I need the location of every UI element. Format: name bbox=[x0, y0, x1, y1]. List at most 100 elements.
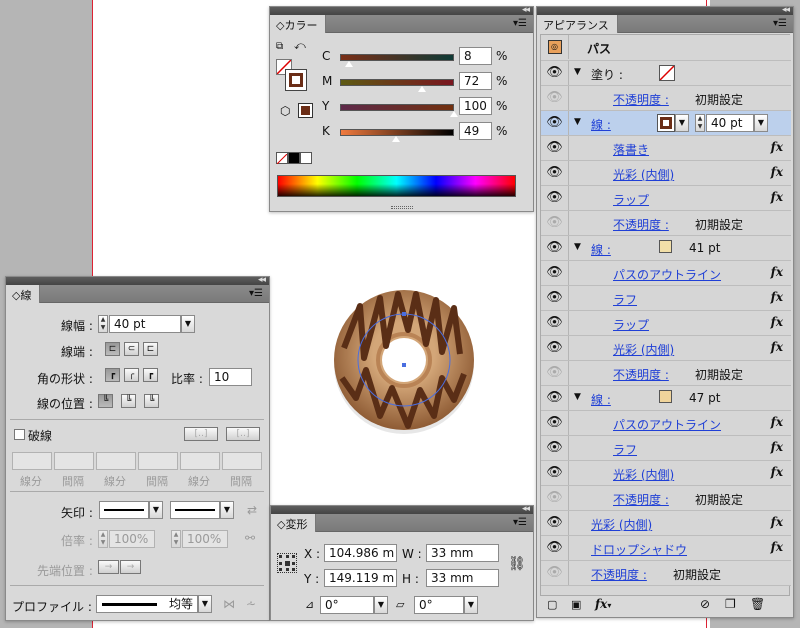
visibility-eye-icon[interactable]: 👁 bbox=[541, 311, 569, 335]
visibility-eye-icon[interactable]: 👁 bbox=[541, 261, 569, 285]
stroke-color-swatch[interactable] bbox=[657, 114, 675, 132]
visibility-eye-icon[interactable]: 👁 bbox=[541, 286, 569, 310]
tab-transform[interactable]: ◇変形 bbox=[271, 514, 317, 532]
effect-link[interactable]: パスのアウトライン bbox=[613, 416, 721, 433]
opacity-link[interactable]: 不透明度 : bbox=[613, 366, 669, 383]
add-fill-icon[interactable]: ▣ bbox=[571, 598, 581, 611]
miter-join-icon[interactable]: ┏ bbox=[105, 368, 120, 382]
default-colors-icon[interactable]: ⧉ bbox=[276, 41, 283, 52]
shear-dropdown[interactable]: ▼ bbox=[464, 596, 478, 614]
effect-row[interactable]: 👁 ラフ fx bbox=[541, 286, 791, 311]
arrow-end-dropdown[interactable]: ▼ bbox=[220, 501, 234, 519]
arrow-end-field[interactable] bbox=[170, 501, 220, 519]
none-swatch[interactable] bbox=[276, 152, 288, 165]
add-effect-icon[interactable]: fx▾ bbox=[595, 597, 611, 611]
visibility-eye-icon[interactable]: 👁 bbox=[541, 436, 569, 460]
align-center-icon[interactable]: ╚ bbox=[98, 394, 113, 408]
visibility-eye-icon[interactable]: 👁 bbox=[541, 511, 569, 535]
dash-field[interactable] bbox=[180, 452, 220, 470]
visibility-eye-icon[interactable]: 👁 bbox=[541, 186, 569, 210]
effect-row[interactable]: 👁 ラフ fx bbox=[541, 436, 791, 461]
stroke-color-dropdown[interactable]: ▼ bbox=[675, 114, 689, 132]
color-spectrum[interactable] bbox=[277, 175, 516, 197]
tab-stroke[interactable]: ◇線 bbox=[6, 285, 41, 303]
stroke-weight-stepper[interactable]: ▲ ▼ bbox=[695, 114, 705, 132]
y-field[interactable]: 149.119 m bbox=[324, 569, 397, 587]
x-field[interactable]: 104.986 m bbox=[324, 544, 397, 562]
profile-dropdown[interactable]: ▼ bbox=[198, 595, 212, 613]
weight-stepper[interactable]: ▲ ▼ bbox=[98, 315, 108, 333]
flip-vertical-icon[interactable]: ⩪ bbox=[246, 597, 256, 611]
stroke-row[interactable]: 👁 ▼ 線 : 47 pt bbox=[541, 386, 791, 411]
resize-gripper[interactable] bbox=[390, 206, 413, 209]
scale-end-stepper[interactable]: ▲ ▼ bbox=[171, 530, 181, 548]
butt-cap-icon[interactable]: ⊏ bbox=[105, 342, 120, 356]
constrain-proportions-icon[interactable]: ⛓ bbox=[508, 556, 526, 572]
stroke-weight-dropdown[interactable]: ▼ bbox=[754, 114, 768, 132]
round-join-icon[interactable]: ╭ bbox=[124, 368, 139, 382]
tab-color[interactable]: ◇カラー bbox=[270, 15, 327, 33]
opacity-row[interactable]: 👁 不透明度 : 初期設定 bbox=[541, 561, 791, 586]
channel-slider-thumb[interactable] bbox=[417, 86, 428, 93]
miter-field[interactable]: 10 bbox=[209, 368, 252, 386]
scale-start-stepper[interactable]: ▲ ▼ bbox=[98, 530, 108, 548]
visibility-eye-icon[interactable]: 👁 bbox=[541, 61, 569, 85]
disclosure-triangle-icon[interactable]: ▼ bbox=[574, 117, 581, 127]
panel-menu-icon[interactable]: ▾☰ bbox=[513, 18, 527, 29]
channel-field[interactable]: 49 bbox=[459, 122, 492, 140]
opacity-row[interactable]: 👁 不透明度 : 初期設定 bbox=[541, 86, 791, 111]
effect-link[interactable]: ラップ bbox=[613, 316, 649, 333]
effect-row[interactable]: 👁 パスのアウトライン fx bbox=[541, 411, 791, 436]
dash-field[interactable] bbox=[12, 452, 52, 470]
channel-slider[interactable] bbox=[340, 79, 454, 86]
tab-appearance[interactable]: アピアランス bbox=[537, 15, 618, 33]
visibility-eye-icon[interactable]: 👁 bbox=[541, 536, 569, 560]
gamut-swatch[interactable] bbox=[298, 103, 313, 118]
preserve-dash-icon[interactable]: [‥] bbox=[184, 427, 218, 441]
visibility-eye-icon[interactable]: 👁 bbox=[541, 86, 569, 110]
channel-slider[interactable] bbox=[340, 54, 454, 61]
channel-field[interactable]: 72 bbox=[459, 72, 492, 90]
disclosure-triangle-icon[interactable]: ▼ bbox=[574, 392, 581, 402]
effect-link[interactable]: 落書き bbox=[613, 141, 649, 158]
effect-link[interactable]: 光彩 (内側) bbox=[613, 466, 674, 483]
stroke-row[interactable]: 👁 ▼ 線 : ▼ ▲ ▼ 40 pt ▼ bbox=[541, 111, 791, 136]
appearance-panel-titlebar[interactable]: ◂◂ bbox=[537, 5, 793, 15]
stroke-label[interactable]: 線 : bbox=[591, 391, 611, 408]
round-cap-icon[interactable]: ⊂ bbox=[124, 342, 139, 356]
transform-panel-titlebar[interactable]: ◂◂ bbox=[271, 504, 533, 514]
effect-row[interactable]: 👁 ドロップシャドウ fx bbox=[541, 536, 791, 561]
effect-row[interactable]: 👁 パスのアウトライン fx bbox=[541, 261, 791, 286]
black-swatch[interactable] bbox=[288, 152, 300, 164]
panel-menu-icon[interactable]: ▾☰ bbox=[773, 18, 787, 29]
arrow-start-dropdown[interactable]: ▼ bbox=[149, 501, 163, 519]
weight-dropdown[interactable]: ▼ bbox=[181, 315, 195, 333]
visibility-eye-icon[interactable]: 👁 bbox=[541, 561, 569, 585]
rotate-dropdown[interactable]: ▼ bbox=[374, 596, 388, 614]
channel-slider[interactable] bbox=[340, 104, 454, 111]
w-field[interactable]: 33 mm bbox=[426, 544, 499, 562]
projecting-cap-icon[interactable]: ⊏ bbox=[143, 342, 158, 356]
opacity-link[interactable]: 不透明度 : bbox=[591, 566, 647, 583]
visibility-eye-icon[interactable]: 👁 bbox=[541, 361, 569, 385]
channel-field[interactable]: 8 bbox=[459, 47, 492, 65]
effect-link[interactable]: ラフ bbox=[613, 291, 637, 308]
add-stroke-icon[interactable]: ▢ bbox=[547, 598, 557, 611]
opacity-row[interactable]: 👁 不透明度 : 初期設定 bbox=[541, 211, 791, 236]
effect-link[interactable]: ドロップシャドウ bbox=[591, 541, 687, 558]
opacity-row[interactable]: 👁 不透明度 : 初期設定 bbox=[541, 361, 791, 386]
opacity-row[interactable]: 👁 不透明度 : 初期設定 bbox=[541, 486, 791, 511]
opacity-link[interactable]: 不透明度 : bbox=[613, 491, 669, 508]
link-scale-icon[interactable]: ⚯ bbox=[245, 531, 255, 545]
visibility-eye-icon[interactable]: 👁 bbox=[541, 336, 569, 360]
clear-appearance-icon[interactable]: ⊘ bbox=[700, 597, 710, 611]
stroke-color-swatch[interactable] bbox=[659, 390, 672, 403]
stroke-panel-titlebar[interactable]: ◂◂ bbox=[6, 275, 269, 285]
arrow-start-field[interactable] bbox=[99, 501, 149, 519]
profile-field[interactable]: 均等 bbox=[96, 595, 198, 613]
channel-slider-thumb[interactable] bbox=[390, 136, 401, 143]
channel-slider-thumb[interactable] bbox=[344, 61, 355, 68]
scale-start-field[interactable]: 100% bbox=[109, 530, 155, 548]
effect-link[interactable]: ラフ bbox=[613, 441, 637, 458]
dash-field[interactable] bbox=[54, 452, 94, 470]
